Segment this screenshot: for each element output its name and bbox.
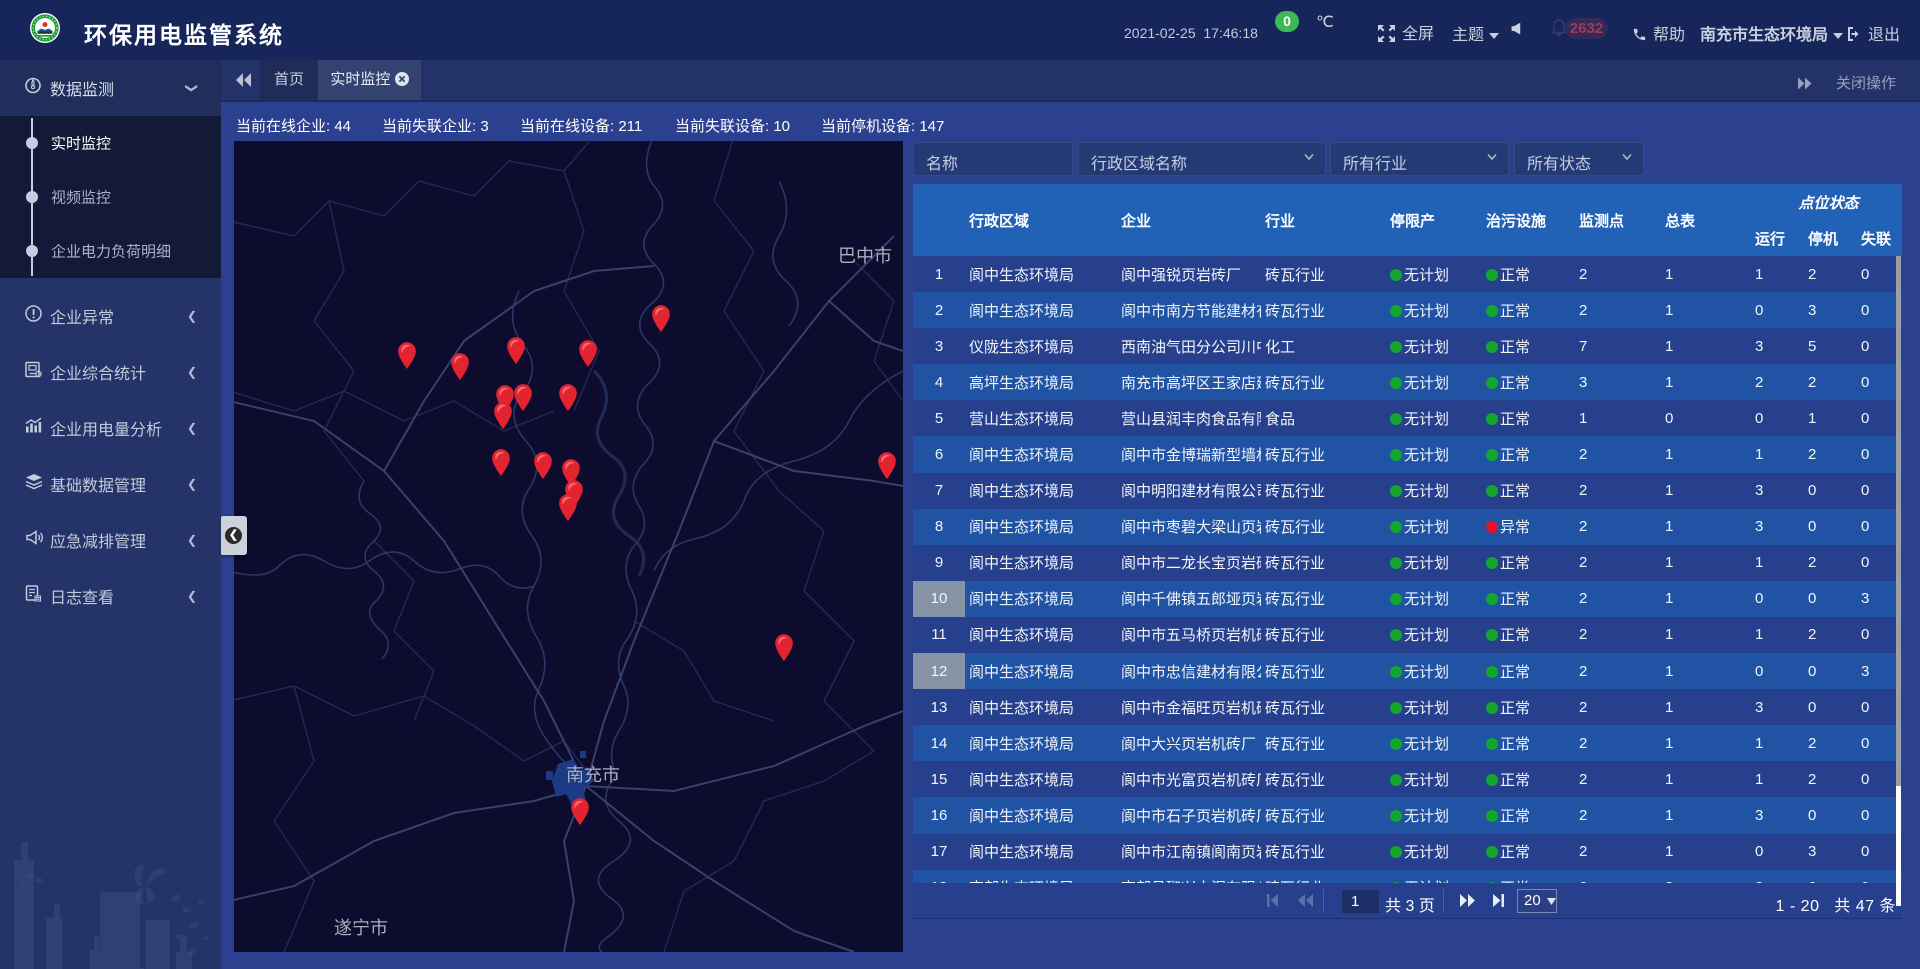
svg-text:巴中市: 巴中市 — [838, 246, 892, 266]
svg-text:南充市: 南充市 — [566, 765, 620, 785]
svg-text:遂宁市: 遂宁市 — [334, 918, 388, 938]
